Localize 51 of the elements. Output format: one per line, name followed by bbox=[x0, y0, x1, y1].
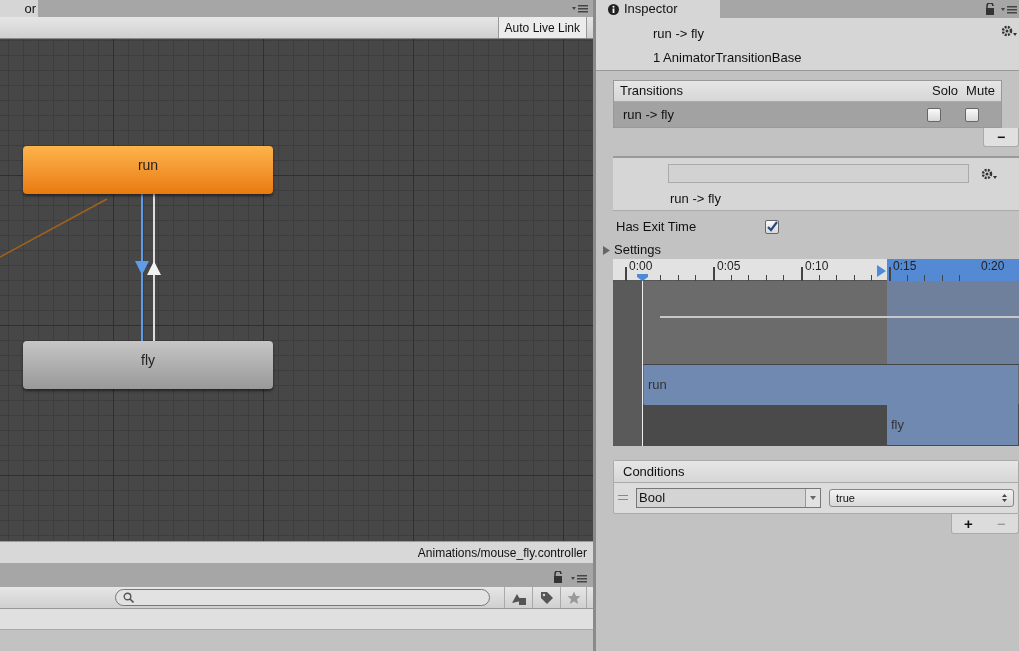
parameter-dropdown[interactable]: Bool bbox=[636, 488, 821, 508]
add-button[interactable]: + bbox=[964, 515, 973, 532]
up-down-caret-icon bbox=[1002, 494, 1007, 502]
time-label: 0:05 bbox=[717, 260, 741, 273]
drag-handle-icon[interactable] bbox=[618, 495, 628, 501]
auto-live-link-button[interactable]: Auto Live Link bbox=[497, 17, 587, 38]
time-label: 0:15 bbox=[893, 260, 917, 273]
clip-bar[interactable]: run bbox=[644, 365, 1018, 405]
time-label: 0:20 bbox=[981, 260, 1005, 273]
gear-icon[interactable] bbox=[981, 166, 997, 181]
menu-icon[interactable] bbox=[572, 4, 588, 13]
transition-name: run -> fly bbox=[623, 105, 674, 124]
foldout-arrow-icon bbox=[602, 245, 611, 255]
menu-icon[interactable] bbox=[571, 574, 587, 583]
menu-icon[interactable] bbox=[1001, 4, 1017, 14]
object-type: 1 AnimatorTransitionBase bbox=[653, 48, 802, 67]
search-icon bbox=[123, 592, 134, 603]
state-node[interactable]: run bbox=[23, 146, 273, 194]
checkbox[interactable] bbox=[927, 107, 941, 122]
transition-row[interactable]: run -> fly bbox=[614, 102, 1001, 127]
checkbox[interactable] bbox=[965, 107, 979, 122]
state-node[interactable]: fly bbox=[23, 341, 273, 389]
inspector-tab[interactable]: Inspector bbox=[596, 0, 720, 18]
time-label: 0:10 bbox=[805, 260, 829, 273]
transition-timeline[interactable]: 0:00 0:05 0:10 0:15 0:20 run fly bbox=[613, 259, 1019, 446]
list-header: Conditions bbox=[623, 462, 685, 481]
lock-icon[interactable] bbox=[985, 3, 995, 15]
lock-icon[interactable] bbox=[553, 571, 563, 583]
field-label: Has Exit Time bbox=[616, 218, 698, 237]
gear-icon[interactable] bbox=[1001, 24, 1017, 38]
transition-arrow[interactable] bbox=[147, 193, 161, 342]
transition-caption: run -> fly bbox=[670, 190, 722, 208]
settings-foldout[interactable]: Settings bbox=[596, 240, 1019, 260]
clip-bar[interactable]: fly bbox=[887, 405, 1018, 445]
column-header: Solo bbox=[932, 82, 959, 101]
caret-icon bbox=[810, 496, 816, 500]
remove-button[interactable]: − bbox=[983, 128, 1019, 147]
name-field[interactable] bbox=[668, 164, 969, 183]
value-dropdown[interactable]: true bbox=[829, 489, 1014, 507]
column-header: Mute bbox=[966, 82, 995, 101]
file-path: Animations/mouse_fly.controller bbox=[417, 544, 587, 562]
object-title: run -> fly bbox=[653, 25, 705, 43]
graph-canvas[interactable]: run fly bbox=[0, 39, 593, 541]
info-icon bbox=[608, 3, 619, 15]
time-label: 0:00 bbox=[629, 260, 653, 273]
checkbox[interactable] bbox=[765, 220, 779, 234]
playhead-marker-icon[interactable] bbox=[637, 274, 648, 281]
window-tab[interactable]: or bbox=[0, 0, 38, 17]
tab-label: Inspector bbox=[624, 0, 678, 19]
list-header: Transitions bbox=[620, 82, 684, 101]
search-field[interactable] bbox=[115, 589, 490, 606]
